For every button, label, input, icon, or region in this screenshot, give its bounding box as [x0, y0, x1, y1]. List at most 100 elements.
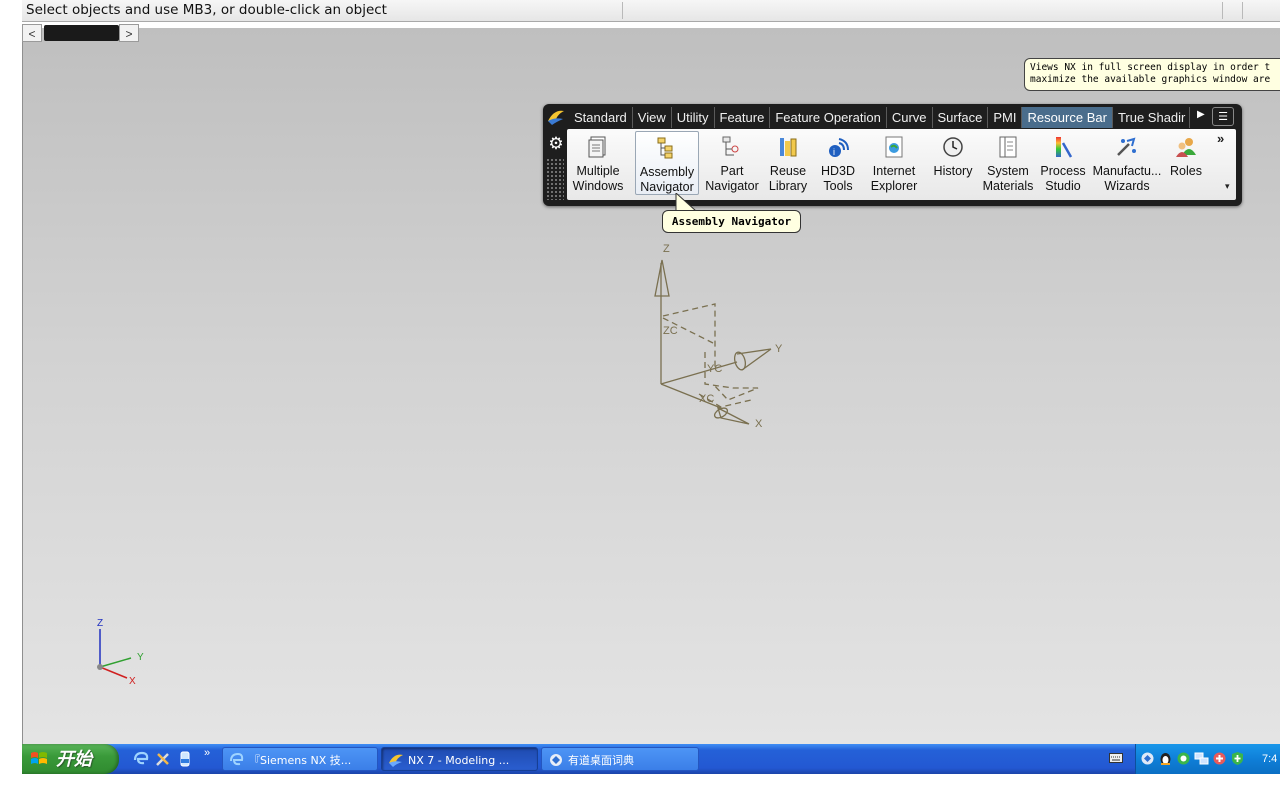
taskbar: 开始 » 『Siemens NX 技... NX 7 - Modeling ..…	[22, 744, 1280, 774]
tab-utility[interactable]: Utility	[672, 107, 715, 128]
shield-icon[interactable]	[1230, 751, 1245, 766]
ribbon-toolbar: Standard View Utility Feature Feature Op…	[543, 104, 1242, 206]
system-tray: 7:4	[1135, 744, 1280, 774]
clock[interactable]: 7:4	[1262, 744, 1277, 774]
dictionary-tray-icon[interactable]	[1140, 751, 1155, 766]
axis-label-z: Z	[663, 243, 670, 255]
manufacturing-wizards-button[interactable]: Manufactu... Wizards	[1091, 131, 1163, 195]
gear-icon[interactable]: ⚙	[546, 134, 566, 154]
assembly-navigator-button[interactable]: Assembly Navigator	[635, 131, 699, 195]
axis-label-xc: XC	[699, 393, 714, 405]
task-label: 有道桌面词典	[568, 754, 634, 767]
assembly-navigator-tooltip: Assembly Navigator	[662, 210, 801, 233]
part-navigator-button[interactable]: Part Navigator	[701, 131, 763, 195]
tab-scroller: < >	[22, 24, 140, 43]
command-label: Wizards	[1104, 179, 1150, 193]
command-label: Multiple	[576, 164, 620, 178]
scroll-thumb[interactable]	[44, 25, 119, 41]
tab-overflow-arrow-icon[interactable]: ▶	[1197, 109, 1205, 120]
network-icon[interactable]	[1194, 751, 1209, 766]
command-label: Assembly	[639, 165, 695, 179]
tools-quicklaunch-icon[interactable]	[154, 750, 172, 768]
internet-explorer-button[interactable]: Internet Explorer	[865, 131, 923, 195]
speaker-security-icon[interactable]	[1212, 751, 1227, 766]
wizard-tool-icon	[1117, 137, 1136, 156]
scroll-right-button[interactable]: >	[119, 24, 139, 42]
tab-surface[interactable]: Surface	[933, 107, 989, 128]
process-studio-icon	[1056, 137, 1073, 158]
command-panel: Multiple Windows Assembly Navigator Part…	[567, 129, 1236, 200]
triad-label-x: X	[129, 676, 136, 687]
history-button[interactable]: History	[927, 131, 979, 195]
app-quicklaunch-icon[interactable]	[176, 750, 194, 768]
command-label: Internet	[872, 164, 916, 178]
command-label: HD3D	[820, 164, 856, 178]
part-tree-icon	[722, 136, 739, 156]
svg-text:i: i	[833, 147, 835, 157]
process-studio-button[interactable]: Process Studio	[1037, 131, 1089, 195]
command-label: Roles	[1170, 164, 1202, 178]
materials-book-icon	[999, 136, 1017, 158]
roles-button[interactable]: Roles	[1165, 131, 1207, 195]
clock-icon	[943, 137, 963, 157]
windows-icon	[588, 136, 606, 158]
task-label: 『Siemens NX 技...	[249, 754, 352, 767]
triad-label-y: Y	[137, 652, 144, 663]
reuse-library-button[interactable]: Reuse Library	[765, 131, 811, 195]
command-label: Studio	[1045, 179, 1081, 193]
tab-feature[interactable]: Feature	[715, 107, 771, 128]
command-label: Manufactu...	[1092, 164, 1162, 178]
command-label: System	[987, 164, 1029, 178]
scroll-left-button[interactable]: <	[22, 24, 42, 42]
status-divider	[622, 2, 623, 19]
command-label: Materials	[982, 179, 1034, 193]
view-triad: Z Y X	[97, 618, 144, 687]
more-commands-chevron-icon[interactable]: »	[1217, 131, 1224, 146]
cue-line: Select objects and use MB3, or double-cl…	[26, 2, 387, 18]
command-label: Library	[768, 179, 808, 193]
panel-dropdown-arrow-icon[interactable]: ▾	[1225, 181, 1230, 192]
axis-label-x: X	[755, 418, 763, 430]
start-button[interactable]: 开始	[22, 744, 119, 774]
axis-label-zc: ZC	[663, 325, 678, 337]
command-label: Explorer	[870, 179, 918, 193]
keyboard-icon[interactable]	[1109, 753, 1123, 763]
command-label: Tools	[823, 179, 853, 193]
hd3d-icon: i	[829, 138, 849, 157]
status-bar: Select objects and use MB3, or double-cl…	[22, 0, 1280, 22]
qq-penguin-icon[interactable]	[1158, 751, 1173, 766]
command-label: History	[933, 164, 973, 178]
drag-grip-handle[interactable]	[546, 158, 564, 200]
hd3d-tools-button[interactable]: i HD3D Tools	[815, 131, 861, 195]
tab-resource-bar[interactable]: Resource Bar	[1022, 107, 1113, 128]
ie-icon	[230, 752, 244, 766]
command-label: Process	[1040, 164, 1086, 178]
tab-true-shading[interactable]: True Shadir	[1113, 107, 1190, 128]
tab-feature-operation[interactable]: Feature Operation	[770, 107, 887, 128]
system-materials-button[interactable]: System Materials	[979, 131, 1037, 195]
globe-page-icon	[885, 136, 903, 158]
tab-view[interactable]: View	[633, 107, 672, 128]
command-label: Part	[720, 164, 744, 178]
axis-label-y: Y	[775, 343, 783, 355]
command-label: Navigator	[705, 179, 759, 193]
ie-quicklaunch-icon[interactable]	[132, 750, 150, 768]
nx-logo-icon	[389, 754, 403, 767]
green-circle-icon[interactable]	[1176, 751, 1191, 766]
quicklaunch-more-chevron-icon[interactable]: »	[204, 747, 210, 759]
ribbon-tabs: Standard View Utility Feature Feature Op…	[569, 107, 1190, 128]
ribbon-menu-button[interactable]: ☰	[1212, 107, 1234, 126]
tab-standard[interactable]: Standard	[569, 107, 633, 128]
multiple-windows-button[interactable]: Multiple Windows	[569, 131, 627, 195]
tooltip-line: maximize the available graphics window a…	[1030, 74, 1271, 85]
task-nx7-modeling[interactable]: NX 7 - Modeling ...	[381, 747, 538, 771]
axis-label-yc: YC	[707, 363, 722, 375]
triad-label-z: Z	[97, 618, 103, 629]
tooltip-line: Views NX in full screen display in order…	[1030, 62, 1271, 73]
task-youdao-dictionary[interactable]: 有道桌面词典	[541, 747, 699, 771]
dictionary-icon	[550, 754, 562, 766]
tab-pmi[interactable]: PMI	[988, 107, 1023, 128]
task-siemens-forum[interactable]: 『Siemens NX 技...	[222, 747, 378, 771]
tab-curve[interactable]: Curve	[887, 107, 933, 128]
start-label: 开始	[56, 749, 92, 769]
